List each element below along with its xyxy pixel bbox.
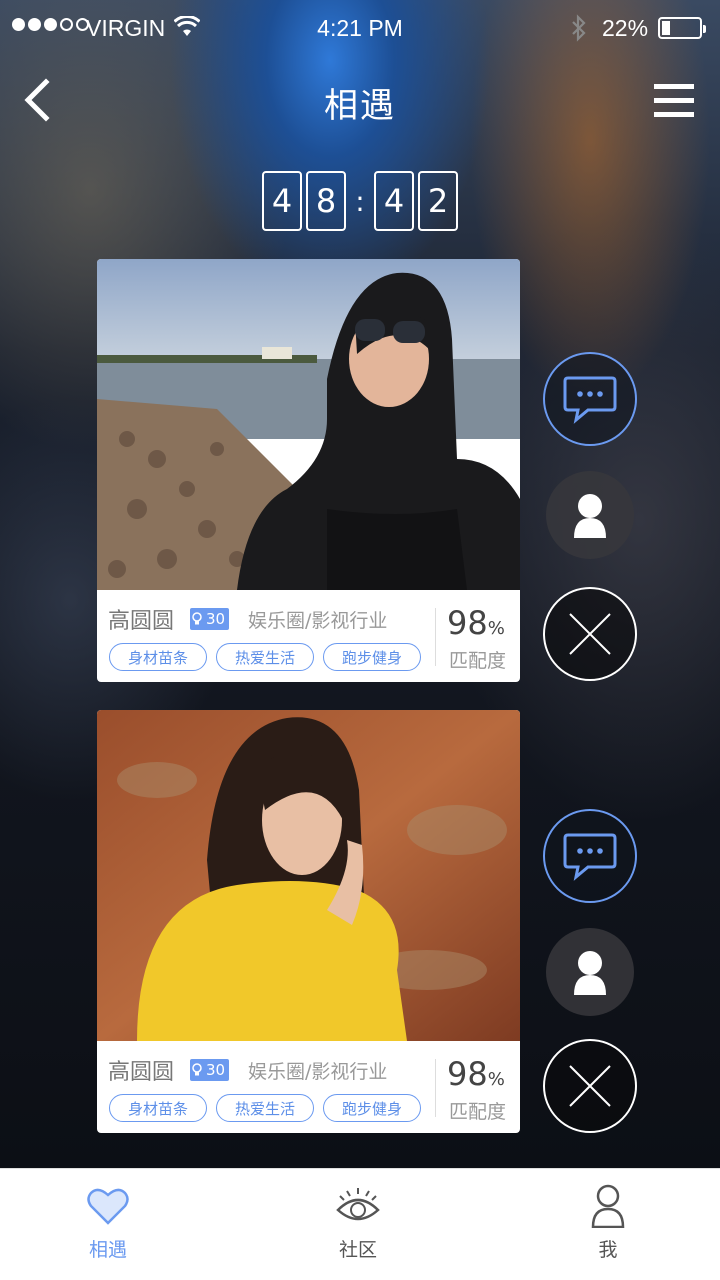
- close-icon: [569, 613, 611, 655]
- profile-name: 高圆圆: [108, 1060, 175, 1085]
- profile-info: 高圆圆 30 娱乐圈/影视行业 身材苗条 热爱生活 跑步健身 98% 匹配度: [97, 1041, 520, 1133]
- person-icon: [574, 494, 606, 538]
- chat-button[interactable]: [543, 352, 637, 446]
- page-title: 相遇: [324, 86, 396, 126]
- tab-me[interactable]: 我: [548, 1183, 668, 1262]
- hamburger-menu-icon[interactable]: [654, 84, 694, 118]
- view-profile-button[interactable]: [546, 471, 634, 559]
- tab-encounter[interactable]: 相遇: [48, 1183, 168, 1262]
- timer-digit: 8: [306, 171, 346, 231]
- interest-tag[interactable]: 身材苗条: [109, 643, 207, 671]
- dismiss-button[interactable]: [543, 1039, 637, 1133]
- profile-photo[interactable]: [97, 710, 520, 1041]
- match-score: 98%: [447, 1055, 505, 1093]
- battery-percentage: 22%: [602, 15, 649, 41]
- person-icon: [591, 1184, 625, 1228]
- profile-card[interactable]: 高圆圆 30 娱乐圈/影视行业 身材苗条 热爱生活 跑步健身 98% 匹配度: [97, 710, 520, 1133]
- tab-label: 相遇: [88, 1239, 127, 1261]
- interest-tags: 身材苗条 热爱生活 跑步健身: [109, 643, 421, 671]
- profile-card[interactable]: 高圆圆 30 娱乐圈/影视行业 身材苗条 热爱生活 跑步健身 98% 匹配度: [97, 259, 520, 682]
- age-badge: 30: [190, 608, 230, 630]
- match-label: 匹配度: [449, 1101, 507, 1123]
- chat-bubble-icon: [563, 833, 617, 881]
- age-value: 30: [206, 610, 226, 628]
- timer-digit: 4: [374, 171, 414, 231]
- profile-industry: 娱乐圈/影视行业: [248, 1061, 388, 1083]
- match-score: 98%: [447, 604, 505, 642]
- interest-tag[interactable]: 热爱生活: [216, 643, 314, 671]
- tab-label: 我: [598, 1239, 618, 1261]
- interest-tag[interactable]: 热爱生活: [216, 1094, 314, 1122]
- profile-info: 高圆圆 30 娱乐圈/影视行业 身材苗条 热爱生活 跑步健身 98% 匹配度: [97, 590, 520, 682]
- countdown-timer: 4 8 : 4 2: [262, 171, 462, 231]
- profile-name: 高圆圆: [108, 609, 175, 634]
- chat-button[interactable]: [543, 809, 637, 903]
- status-bar: VIRGIN 4:21 PM 22%: [0, 0, 720, 56]
- tab-bar: 相遇 社区 我: [0, 1168, 720, 1280]
- interest-tags: 身材苗条 热爱生活 跑步健身: [109, 1094, 421, 1122]
- age-badge: 30: [190, 1059, 230, 1081]
- view-profile-button[interactable]: [546, 928, 634, 1016]
- profile-industry: 娱乐圈/影视行业: [248, 610, 388, 632]
- tab-community[interactable]: 社区: [298, 1183, 418, 1262]
- person-icon: [574, 951, 606, 995]
- lightbulb-icon: [192, 612, 202, 625]
- profile-photo[interactable]: [97, 259, 520, 590]
- match-label: 匹配度: [449, 650, 507, 672]
- interest-tag[interactable]: 跑步健身: [323, 643, 421, 671]
- lightbulb-icon: [192, 1063, 202, 1076]
- bluetooth-icon: [570, 14, 588, 48]
- close-icon: [569, 1065, 611, 1107]
- chat-bubble-icon: [563, 376, 617, 424]
- divider: [435, 1059, 436, 1117]
- timer-separator: :: [355, 184, 365, 218]
- dismiss-button[interactable]: [543, 587, 637, 681]
- divider: [435, 608, 436, 666]
- age-value: 30: [206, 1061, 226, 1079]
- battery-icon: [658, 17, 706, 39]
- heart-icon: [87, 1188, 129, 1225]
- timer-digit: 4: [262, 171, 302, 231]
- eye-icon: [336, 1188, 380, 1221]
- tab-label: 社区: [338, 1239, 377, 1261]
- interest-tag[interactable]: 跑步健身: [323, 1094, 421, 1122]
- interest-tag[interactable]: 身材苗条: [109, 1094, 207, 1122]
- timer-digit: 2: [418, 171, 458, 231]
